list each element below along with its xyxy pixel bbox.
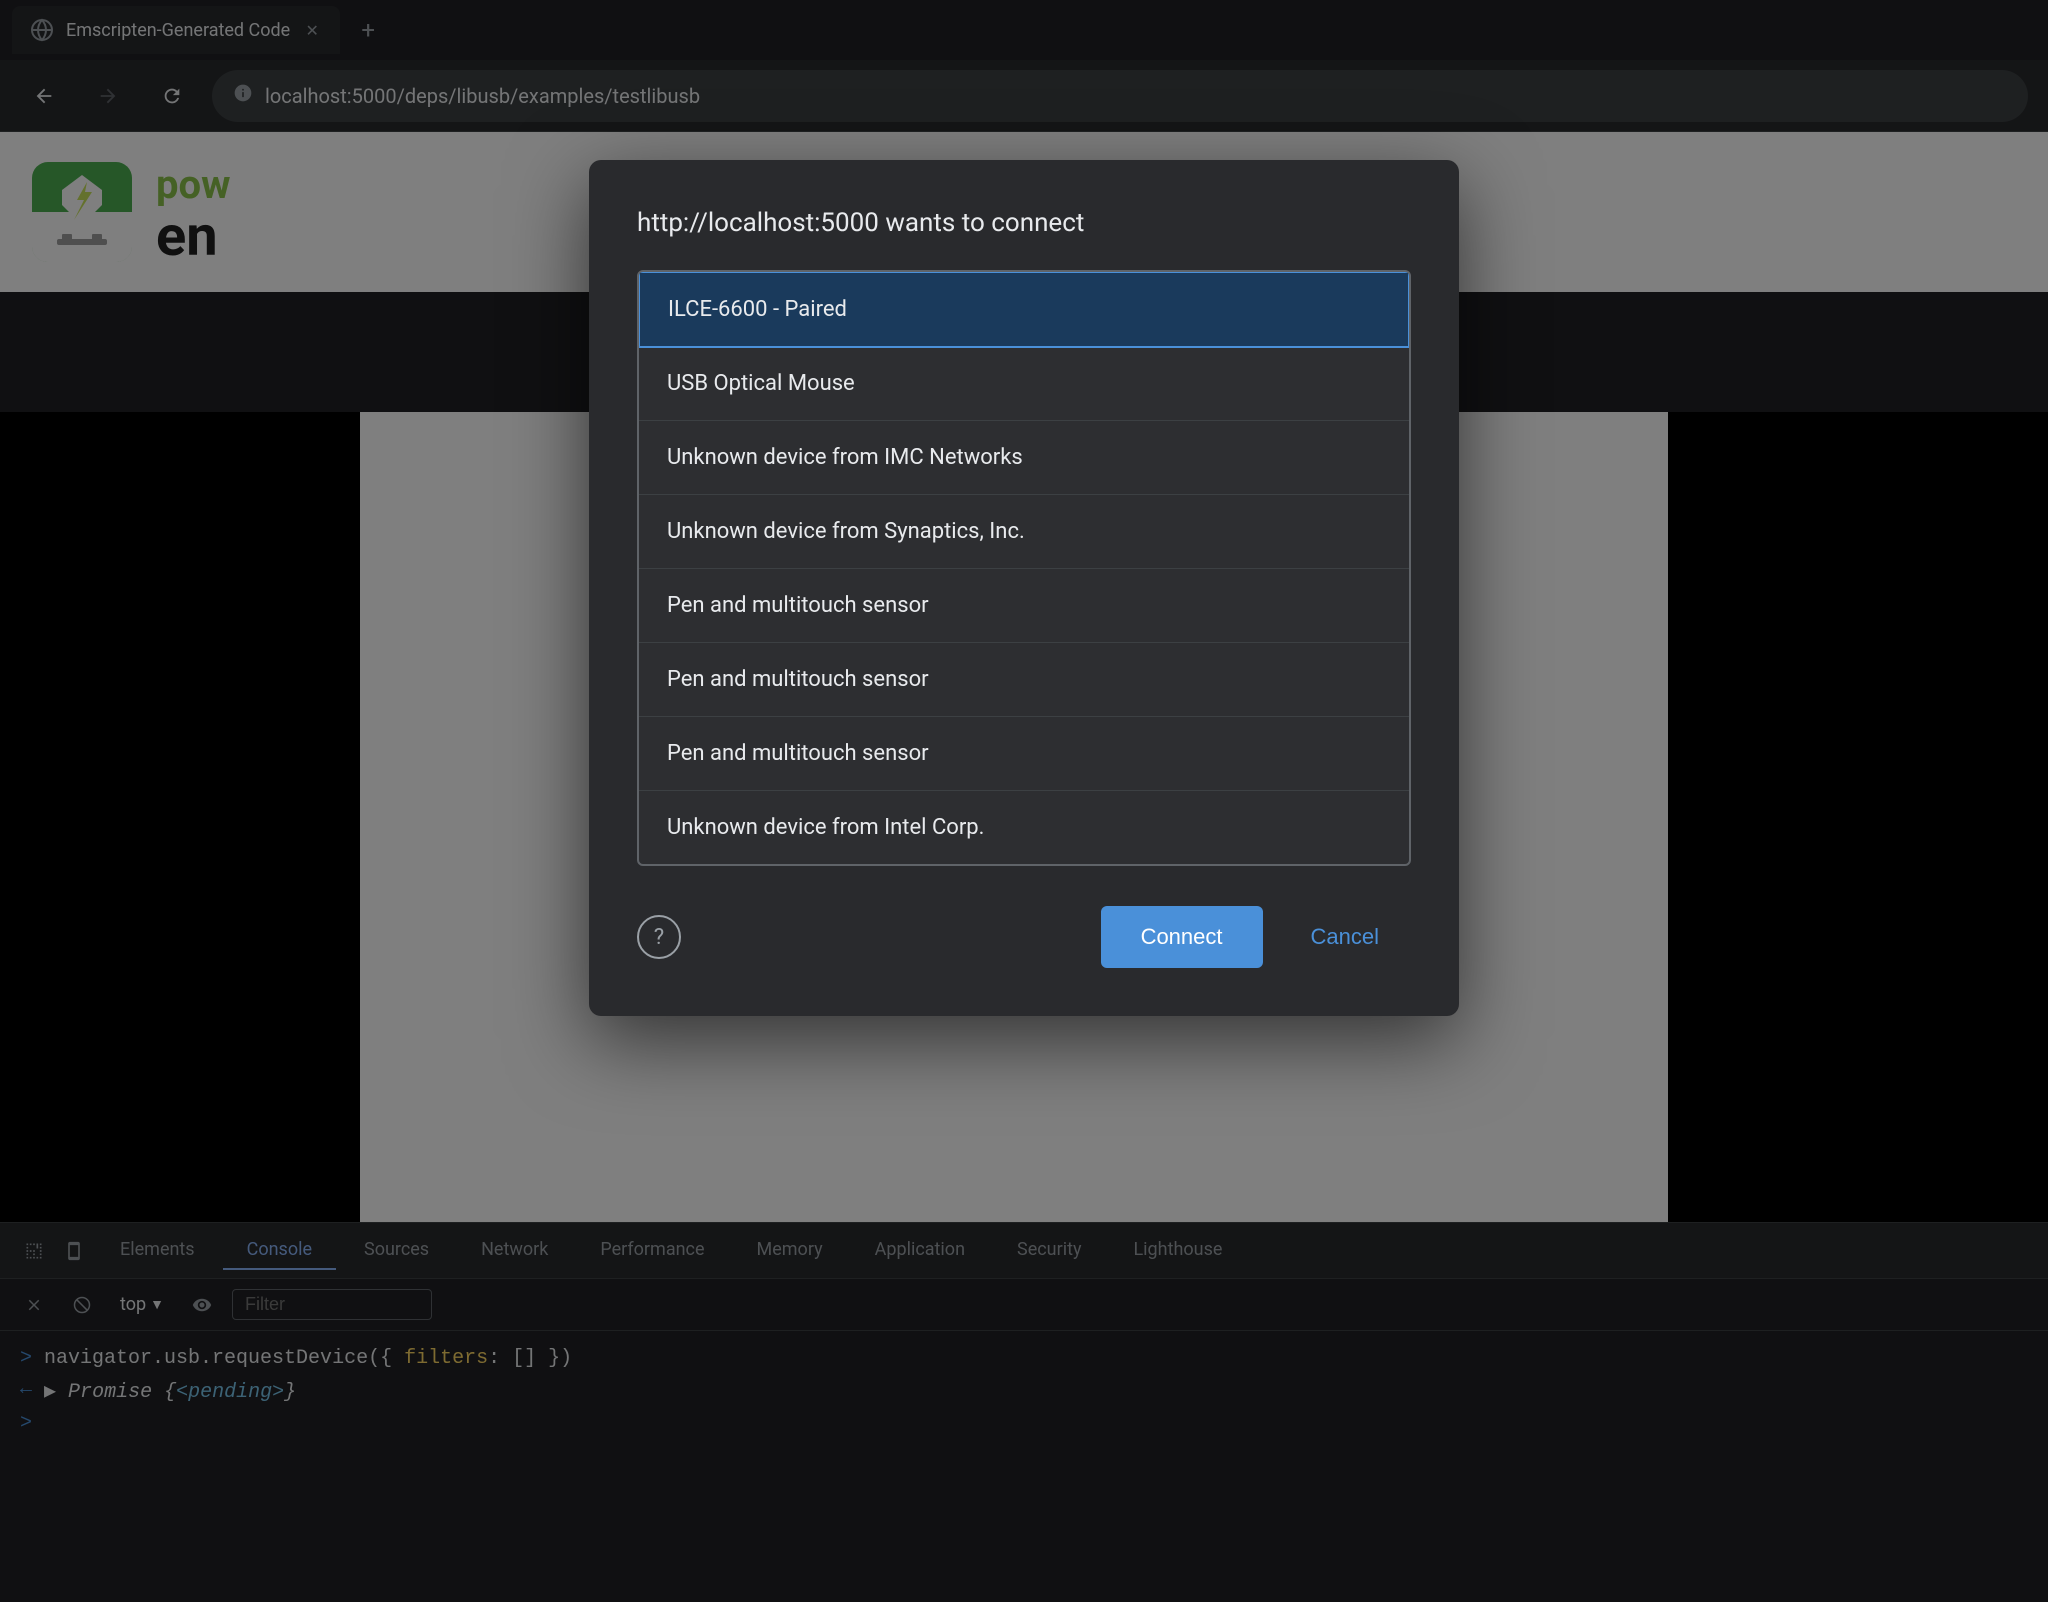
- dialog-title: http://localhost:5000 wants to connect: [637, 208, 1411, 238]
- device-item-2[interactable]: Unknown device from IMC Networks: [639, 421, 1409, 495]
- device-item-7[interactable]: Unknown device from Intel Corp.: [639, 791, 1409, 864]
- device-item-1[interactable]: USB Optical Mouse: [639, 347, 1409, 421]
- help-icon[interactable]: ?: [637, 915, 681, 959]
- device-item-5[interactable]: Pen and multitouch sensor: [639, 643, 1409, 717]
- device-list[interactable]: ILCE-6600 - Paired USB Optical Mouse Unk…: [637, 270, 1411, 866]
- dialog-overlay: http://localhost:5000 wants to connect I…: [0, 0, 2048, 1602]
- usb-connect-dialog: http://localhost:5000 wants to connect I…: [589, 160, 1459, 1016]
- device-item-6[interactable]: Pen and multitouch sensor: [639, 717, 1409, 791]
- device-item-4[interactable]: Pen and multitouch sensor: [639, 569, 1409, 643]
- dialog-buttons: Connect Cancel: [1101, 906, 1411, 968]
- cancel-button[interactable]: Cancel: [1279, 906, 1411, 968]
- device-item-0[interactable]: ILCE-6600 - Paired: [638, 271, 1410, 348]
- device-item-3[interactable]: Unknown device from Synaptics, Inc.: [639, 495, 1409, 569]
- connect-button[interactable]: Connect: [1101, 906, 1263, 968]
- dialog-footer: ? Connect Cancel: [637, 906, 1411, 968]
